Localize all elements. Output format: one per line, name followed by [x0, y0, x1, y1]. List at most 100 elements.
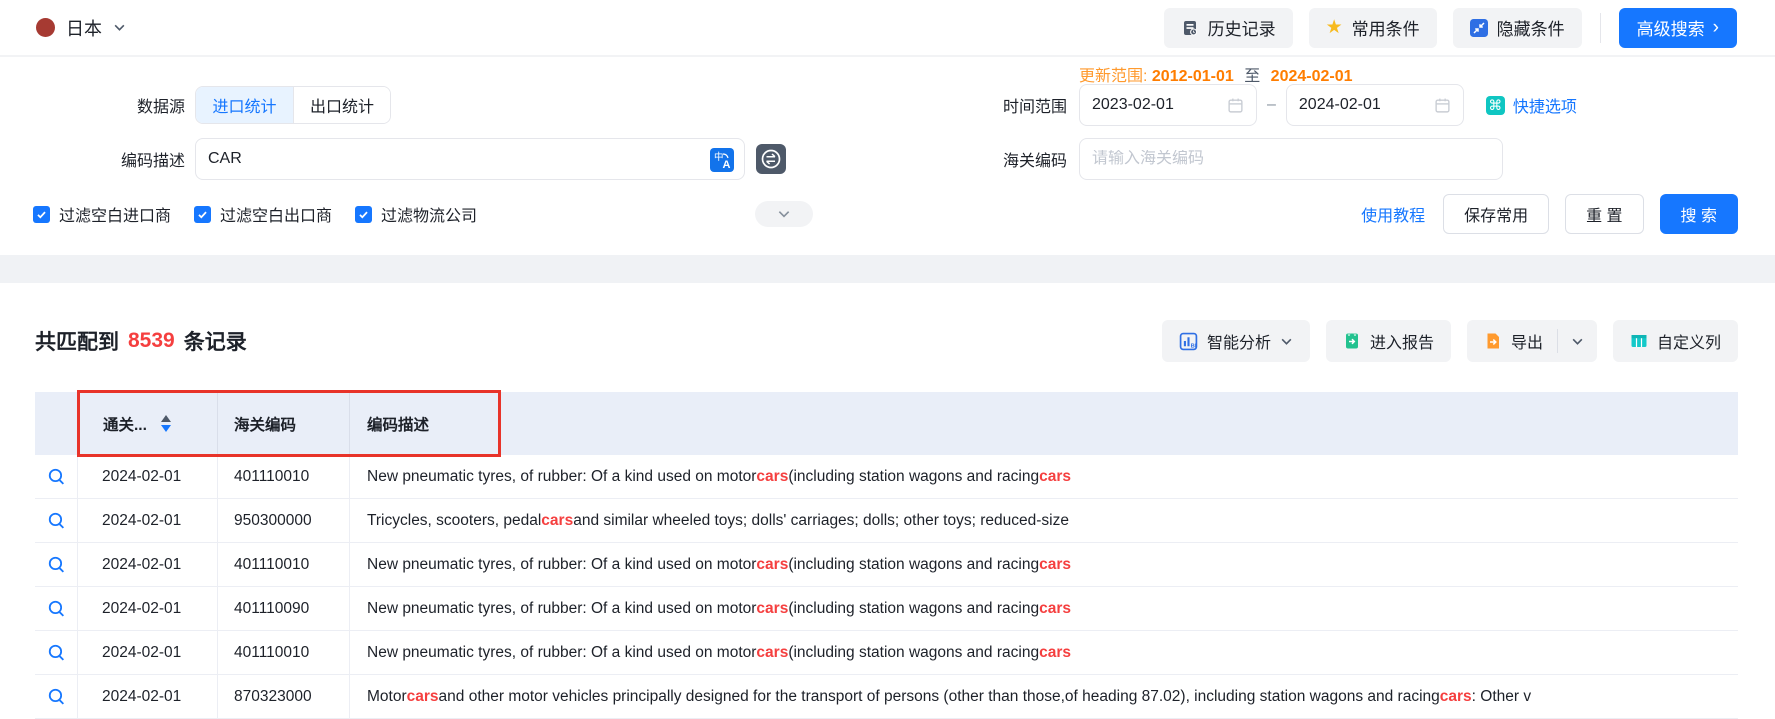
magnifier-icon	[47, 511, 66, 530]
calendar-icon	[1227, 97, 1244, 114]
reset-button[interactable]: 重 置	[1565, 194, 1643, 234]
hide-conditions-label: 隐藏条件	[1497, 15, 1565, 40]
row-hs-code: 401110010	[218, 631, 350, 674]
enter-report-button[interactable]: 进入报告	[1326, 320, 1451, 362]
form-row-code-desc: 编码描述 中A 海关编码	[0, 137, 1775, 181]
topbar-actions: 历史记录 ★ 常用条件 隐藏条件 高级搜索 ›	[1164, 8, 1737, 48]
date-end-input[interactable]: 2024-02-01	[1286, 84, 1464, 126]
header-clearance-date[interactable]: 通关...	[78, 392, 218, 455]
command-icon: ⌘	[1486, 96, 1505, 115]
row-date: 2024-02-01	[78, 631, 218, 674]
country-selector[interactable]: 日本	[36, 15, 126, 41]
export-button[interactable]: 导出	[1467, 320, 1557, 362]
hs-code-group: 海关编码	[995, 137, 1503, 181]
custom-columns-button[interactable]: 自定义列	[1613, 320, 1738, 362]
tab-import-stats[interactable]: 进口统计	[196, 87, 293, 123]
smart-analysis-label: 智能分析	[1207, 329, 1271, 353]
tab-export-stats[interactable]: 出口统计	[293, 87, 390, 123]
checkbox-filter-blank-exporter[interactable]: 过滤空白出口商	[194, 202, 332, 226]
japan-flag-icon	[36, 18, 55, 37]
row-search-button[interactable]	[35, 675, 78, 718]
star-icon: ★	[1326, 18, 1343, 37]
row-description: New pneumatic tyres, of rubber: Of a kin…	[350, 631, 1738, 674]
favorites-button[interactable]: ★ 常用条件	[1309, 8, 1437, 48]
magnifier-icon	[47, 555, 66, 574]
results-section: 共匹配到 8539 条记录 BI 智能分析 进入报告 导出	[0, 283, 1775, 719]
report-icon	[1343, 332, 1361, 350]
checkbox-label: 过滤空白进口商	[59, 202, 171, 226]
smart-analysis-button[interactable]: BI 智能分析	[1162, 320, 1310, 362]
tutorial-link[interactable]: 使用教程	[1361, 202, 1425, 226]
datasource-tabs: 进口统计 出口统计	[195, 86, 391, 124]
datasource-label: 数据源	[0, 93, 185, 117]
chevron-down-icon	[777, 207, 791, 221]
collapse-icon	[1470, 19, 1488, 37]
history-button[interactable]: 历史记录	[1164, 8, 1293, 48]
quick-options-button[interactable]: ⌘ 快捷选项	[1486, 93, 1577, 117]
form-row-filters: 过滤空白进口商 过滤空白出口商 过滤物流公司 使用教程 保存常用 重 置 搜 索	[0, 199, 1775, 229]
form-actions: 使用教程 保存常用 重 置 搜 索	[1361, 194, 1738, 234]
save-common-button[interactable]: 保存常用	[1443, 194, 1549, 234]
checkbox-filter-logistics[interactable]: 过滤物流公司	[355, 202, 477, 226]
advanced-search-button[interactable]: 高级搜索 ›	[1619, 8, 1737, 48]
magnifier-icon	[47, 687, 66, 706]
checkbox-checked-icon	[33, 206, 50, 223]
checkbox-checked-icon	[194, 206, 211, 223]
divider	[1600, 13, 1601, 43]
results-actions: BI 智能分析 进入报告 导出 自定义列	[1162, 320, 1738, 362]
hide-conditions-button[interactable]: 隐藏条件	[1453, 8, 1582, 48]
magnifier-icon	[47, 643, 66, 662]
row-search-button[interactable]	[35, 543, 78, 586]
checkbox-filter-blank-importer[interactable]: 过滤空白进口商	[33, 202, 171, 226]
row-search-button[interactable]	[35, 455, 78, 498]
svg-text:BI: BI	[1191, 343, 1197, 349]
header-icon-column	[35, 392, 78, 455]
row-description: New pneumatic tyres, of rubber: Of a kin…	[350, 543, 1738, 586]
custom-columns-label: 自定义列	[1657, 329, 1721, 353]
time-range-group: 时间范围 2023-02-01 – 2024-02-01 ⌘ 快捷选项	[995, 83, 1577, 127]
row-hs-code: 950300000	[218, 499, 350, 542]
export-label: 导出	[1511, 329, 1543, 353]
history-icon	[1181, 19, 1199, 37]
row-description: Tricycles, scooters, pedal cars and simi…	[350, 499, 1738, 542]
row-search-button[interactable]	[35, 587, 78, 630]
row-date: 2024-02-01	[78, 675, 218, 718]
checkbox-checked-icon	[355, 206, 372, 223]
hs-code-input[interactable]	[1092, 150, 1490, 168]
table-row: 2024-02-01 401110010 New pneumatic tyres…	[35, 455, 1738, 499]
header-hs-code: 海关编码	[218, 392, 350, 455]
svg-text:A: A	[723, 159, 731, 171]
table-row: 2024-02-01 401110010 New pneumatic tyres…	[35, 543, 1738, 587]
bi-chart-icon: BI	[1179, 332, 1198, 351]
row-hs-code: 401110090	[218, 587, 350, 630]
row-date: 2024-02-01	[78, 455, 218, 498]
row-search-button[interactable]	[35, 499, 78, 542]
section-divider	[0, 255, 1775, 283]
collapse-form-button[interactable]	[755, 201, 813, 227]
row-search-button[interactable]	[35, 631, 78, 674]
history-label: 历史记录	[1208, 15, 1276, 40]
sort-icon[interactable]	[161, 415, 171, 432]
code-desc-field: 中A	[195, 138, 745, 180]
row-description: New pneumatic tyres, of rubber: Of a kin…	[350, 587, 1738, 630]
export-icon	[1484, 332, 1502, 350]
advanced-search-label: 高级搜索	[1637, 15, 1705, 40]
header-label: 通关...	[103, 413, 147, 435]
results-header: 共匹配到 8539 条记录 BI 智能分析 进入报告 导出	[35, 283, 1738, 363]
row-date: 2024-02-01	[78, 499, 218, 542]
results-title-prefix: 共匹配到	[35, 326, 119, 356]
magnifier-icon	[47, 467, 66, 486]
date-start-input[interactable]: 2023-02-01	[1079, 84, 1257, 126]
table-header-row: 通关... 海关编码 编码描述	[35, 392, 1738, 455]
code-desc-input[interactable]	[208, 150, 732, 168]
row-date: 2024-02-01	[78, 587, 218, 630]
top-bar: 日本 历史记录 ★ 常用条件 隐藏条件 高级搜索 ›	[0, 0, 1775, 57]
columns-icon	[1630, 332, 1648, 350]
export-dropdown-button[interactable]	[1558, 320, 1597, 362]
time-range-label: 时间范围	[995, 93, 1067, 117]
translate-icon[interactable]: 中A	[710, 148, 734, 172]
enter-report-label: 进入报告	[1370, 329, 1434, 353]
search-button[interactable]: 搜 索	[1660, 194, 1738, 234]
search-form: 更新范围: 2012-01-01 至 2024-02-01 数据源 进口统计 出…	[0, 57, 1775, 255]
swap-button[interactable]	[756, 144, 786, 174]
